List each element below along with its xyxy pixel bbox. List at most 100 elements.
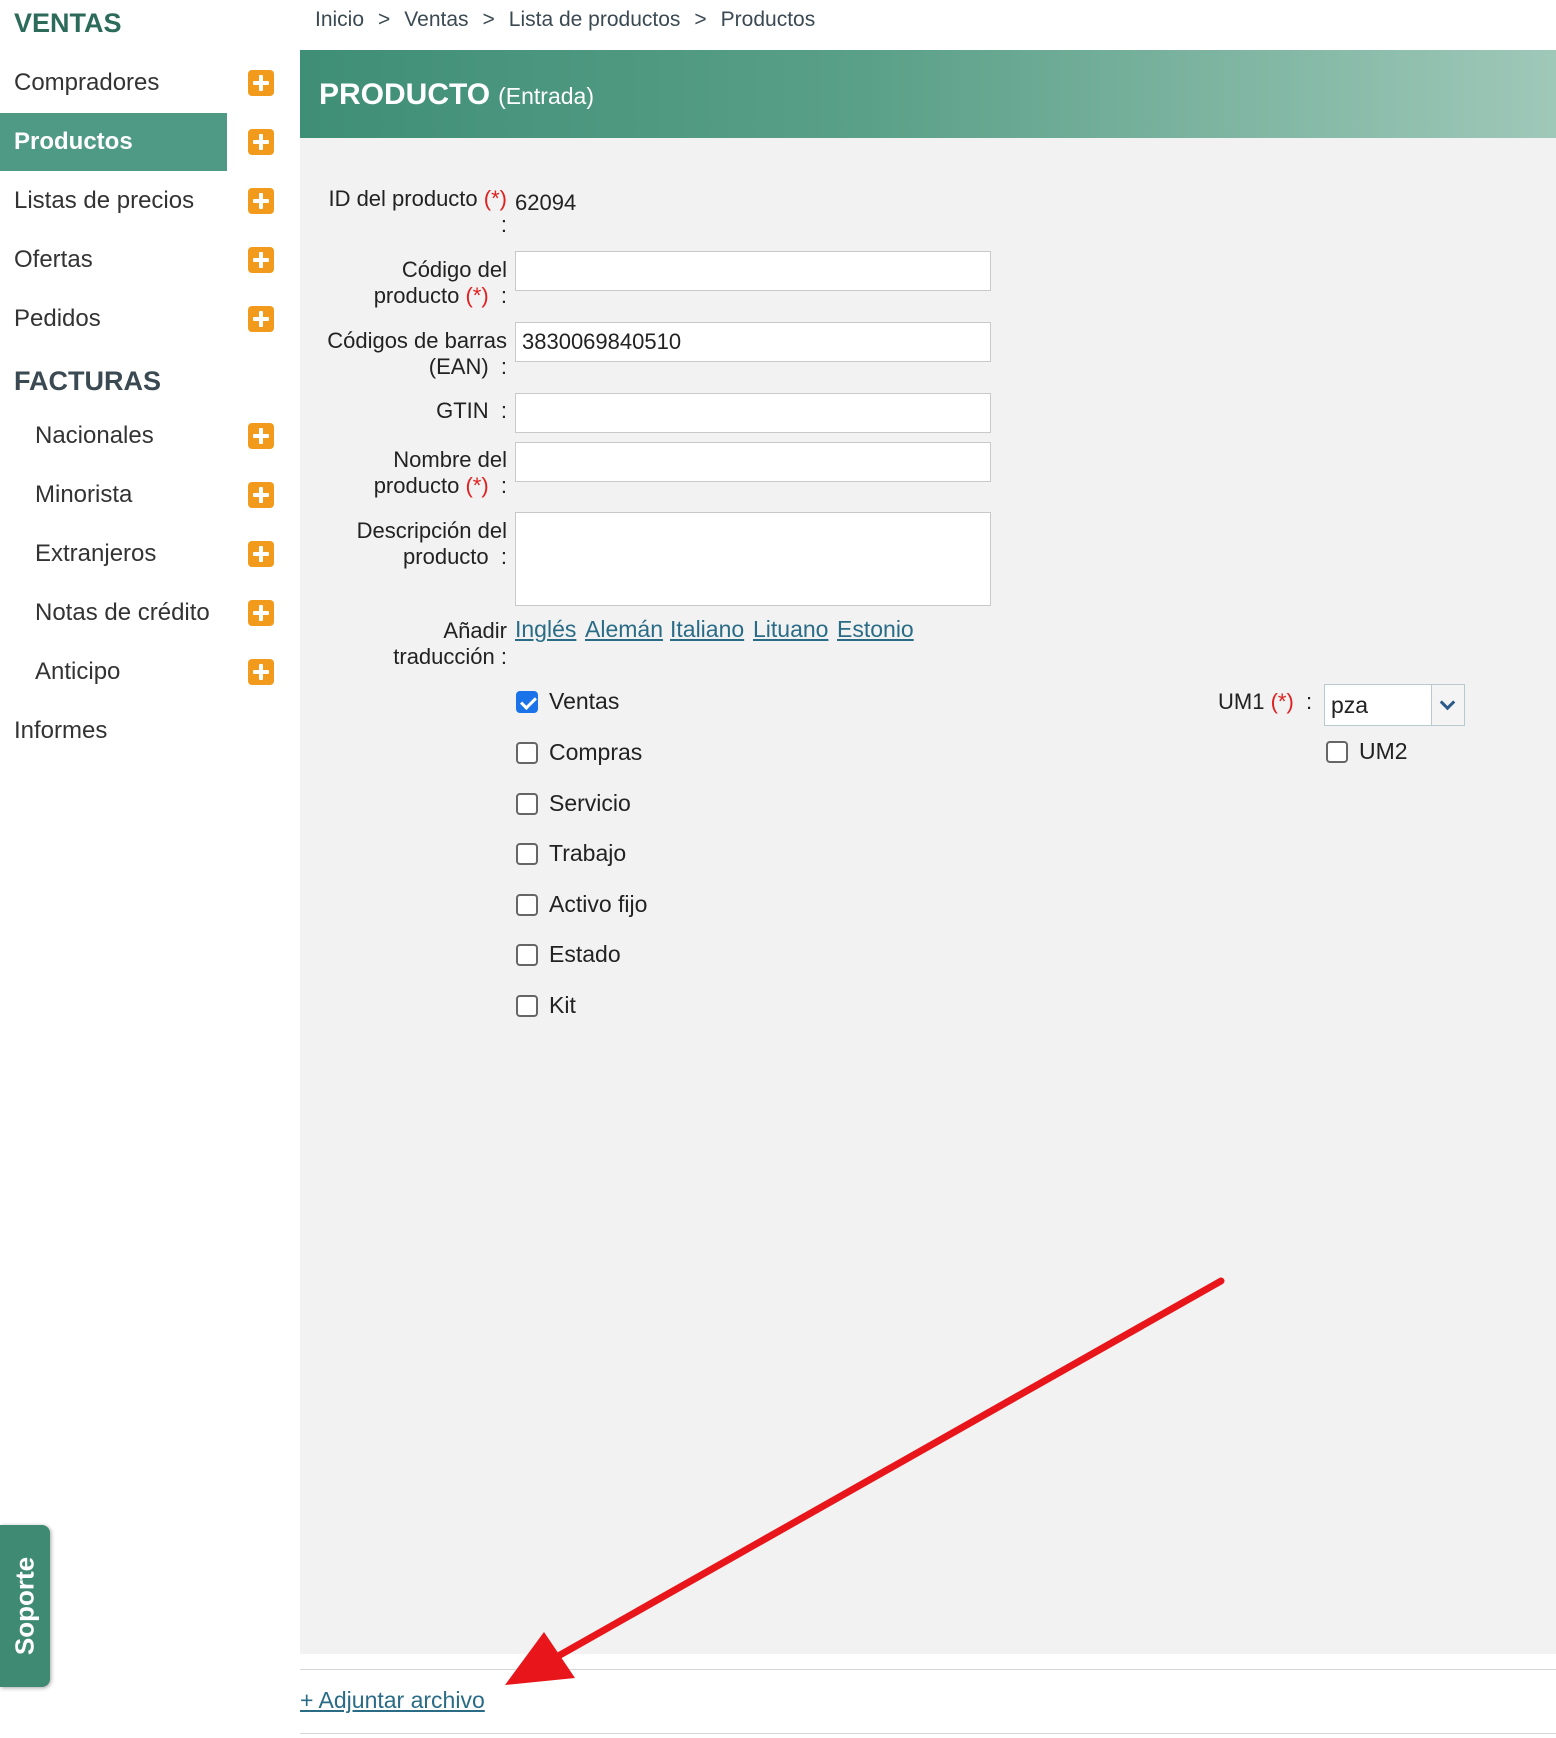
kit-checkbox[interactable] <box>516 995 538 1017</box>
activo-fijo-checkbox[interactable] <box>516 894 538 916</box>
sidebar: VENTAS Compradores Productos Listas de p… <box>0 0 285 1738</box>
breadcrumb-separator: > <box>694 8 707 31</box>
breadcrumb-inicio[interactable]: Inicio <box>315 8 364 31</box>
page-title-text: PRODUCTO <box>319 78 491 111</box>
code-label-line2: producto <box>373 283 460 308</box>
id-label: ID del producto (*): <box>328 186 507 237</box>
product-id-value: 62094 <box>515 190 577 215</box>
required-marker: (*) <box>483 186 507 211</box>
sidebar-item-productos[interactable]: Productos <box>0 113 227 171</box>
um2-checkbox[interactable] <box>1326 741 1348 763</box>
estado-checkbox-label: Estado <box>549 941 621 967</box>
translation-label-line1: Añadir <box>443 618 507 643</box>
breadcrumb-lista-de-productos[interactable]: Lista de productos <box>509 8 681 31</box>
divider <box>300 1669 1556 1670</box>
chevron-down-icon[interactable] <box>1431 685 1464 725</box>
add-producto-icon[interactable] <box>248 129 274 155</box>
translation-link-ingles[interactable]: Inglés <box>515 616 576 643</box>
um2-checkbox-label: UM2 <box>1359 738 1408 764</box>
sidebar-item-label: Informes <box>14 717 108 744</box>
ventas-section-title: VENTAS <box>14 8 122 38</box>
add-lista-de-precios-icon[interactable] <box>248 188 274 214</box>
product-description-textarea[interactable] <box>515 512 991 606</box>
breadcrumb-separator: > <box>378 8 391 31</box>
sidebar-item-ofertas[interactable]: Ofertas <box>0 231 227 289</box>
ventas-checkbox-label: Ventas <box>549 688 620 714</box>
translation-link-estonio[interactable]: Estonio <box>837 616 914 643</box>
page-header: PRODUCTO (Entrada) <box>300 50 1556 138</box>
compras-checkbox[interactable] <box>516 742 538 764</box>
support-tab[interactable]: Soporte <box>0 1525 50 1687</box>
barcode-input[interactable] <box>515 322 991 362</box>
attach-file-link[interactable]: + Adjuntar archivo <box>300 1687 485 1714</box>
translation-link-italiano[interactable]: Italiano <box>670 616 744 643</box>
product-name-input[interactable] <box>515 442 991 482</box>
add-nacional-icon[interactable] <box>248 423 274 449</box>
sidebar-item-pedidos[interactable]: Pedidos <box>0 290 227 348</box>
add-pedido-icon[interactable] <box>248 306 274 332</box>
sidebar-item-notas-de-credito[interactable]: Notas de crédito <box>0 584 227 642</box>
sidebar-item-label: Notas de crédito <box>35 599 210 626</box>
description-label: Descripción del producto : <box>356 518 507 569</box>
code-label: Código del producto (*) : <box>373 257 507 308</box>
barcode-label: Códigos de barras (EAN) : <box>327 328 507 379</box>
add-minorista-icon[interactable] <box>248 482 274 508</box>
sidebar-item-label: Minorista <box>35 481 133 508</box>
breadcrumb: Inicio > Ventas > Lista de productos > Product… <box>315 8 815 32</box>
translation-label: Añadir traducción : <box>393 618 507 669</box>
sidebar-item-label: Extranjeros <box>35 540 157 567</box>
sidebar-item-extranjeros[interactable]: Extranjeros <box>0 525 227 583</box>
add-oferta-icon[interactable] <box>248 247 274 273</box>
kit-checkbox-label: Kit <box>549 992 576 1018</box>
breadcrumb-separator: > <box>482 8 495 31</box>
compras-checkbox-label: Compras <box>549 739 643 765</box>
estado-checkbox[interactable] <box>516 944 538 966</box>
add-nota-de-credito-icon[interactable] <box>248 600 274 626</box>
product-code-input[interactable] <box>515 251 991 291</box>
barcode-label-line1: Códigos de barras <box>327 328 507 353</box>
sidebar-item-label: Listas de precios <box>14 187 195 214</box>
barcode-label-line2: (EAN) <box>428 354 489 379</box>
gtin-label-text: GTIN <box>436 398 489 423</box>
id-label-text: ID del producto <box>328 186 478 211</box>
servicio-checkbox-label: Servicio <box>549 790 631 816</box>
ventas-checkbox[interactable] <box>516 691 538 713</box>
sidebar-item-informes[interactable]: Informes <box>0 702 227 760</box>
page-subtitle: (Entrada) <box>498 83 594 109</box>
sidebar-item-minorista[interactable]: Minorista <box>0 466 227 524</box>
name-label: Nombre del producto (*) : <box>373 447 507 498</box>
divider <box>300 1733 1556 1734</box>
sidebar-item-compradores[interactable]: Compradores <box>0 54 227 112</box>
translation-link-aleman[interactable]: Alemán <box>585 616 663 643</box>
sidebar-item-anticipo[interactable]: Anticipo <box>0 643 227 701</box>
description-label-line1: Descripción del <box>356 518 507 543</box>
gtin-input[interactable] <box>515 393 991 433</box>
sidebar-item-listas-de-precios[interactable]: Listas de precios <box>0 172 227 230</box>
support-tab-label: Soporte <box>9 1556 40 1656</box>
add-extranjero-icon[interactable] <box>248 541 274 567</box>
servicio-checkbox[interactable] <box>516 793 538 815</box>
sidebar-item-nacionales[interactable]: Nacionales <box>0 407 227 465</box>
name-label-line2: producto <box>373 473 460 498</box>
required-marker: (*) <box>1270 689 1294 714</box>
translation-label-line2: traducción <box>393 644 495 669</box>
required-marker: (*) <box>465 283 489 308</box>
translation-link-lituano[interactable]: Lituano <box>753 616 828 643</box>
sidebar-item-label: Nacionales <box>35 422 154 449</box>
um1-label: UM1 (*) : <box>1218 689 1313 714</box>
sidebar-item-label: Anticipo <box>35 658 121 685</box>
trabajo-checkbox[interactable] <box>516 843 538 865</box>
code-label-line1: Código del <box>401 257 507 282</box>
add-anticipo-icon[interactable] <box>248 659 274 685</box>
add-comprador-icon[interactable] <box>248 70 274 96</box>
um1-select-value: pza <box>1331 692 1369 718</box>
um1-select[interactable]: pza <box>1324 684 1465 726</box>
description-label-line2: producto <box>403 544 489 569</box>
trabajo-checkbox-label: Trabajo <box>549 840 627 866</box>
page-title: PRODUCTO (Entrada) <box>319 78 594 112</box>
sidebar-item-label: Ofertas <box>14 246 93 273</box>
facturas-section-title: FACTURAS <box>14 366 161 396</box>
sidebar-item-label: Compradores <box>14 69 160 96</box>
breadcrumb-ventas[interactable]: Ventas <box>404 8 468 31</box>
um1-label-text: UM1 <box>1218 689 1265 714</box>
